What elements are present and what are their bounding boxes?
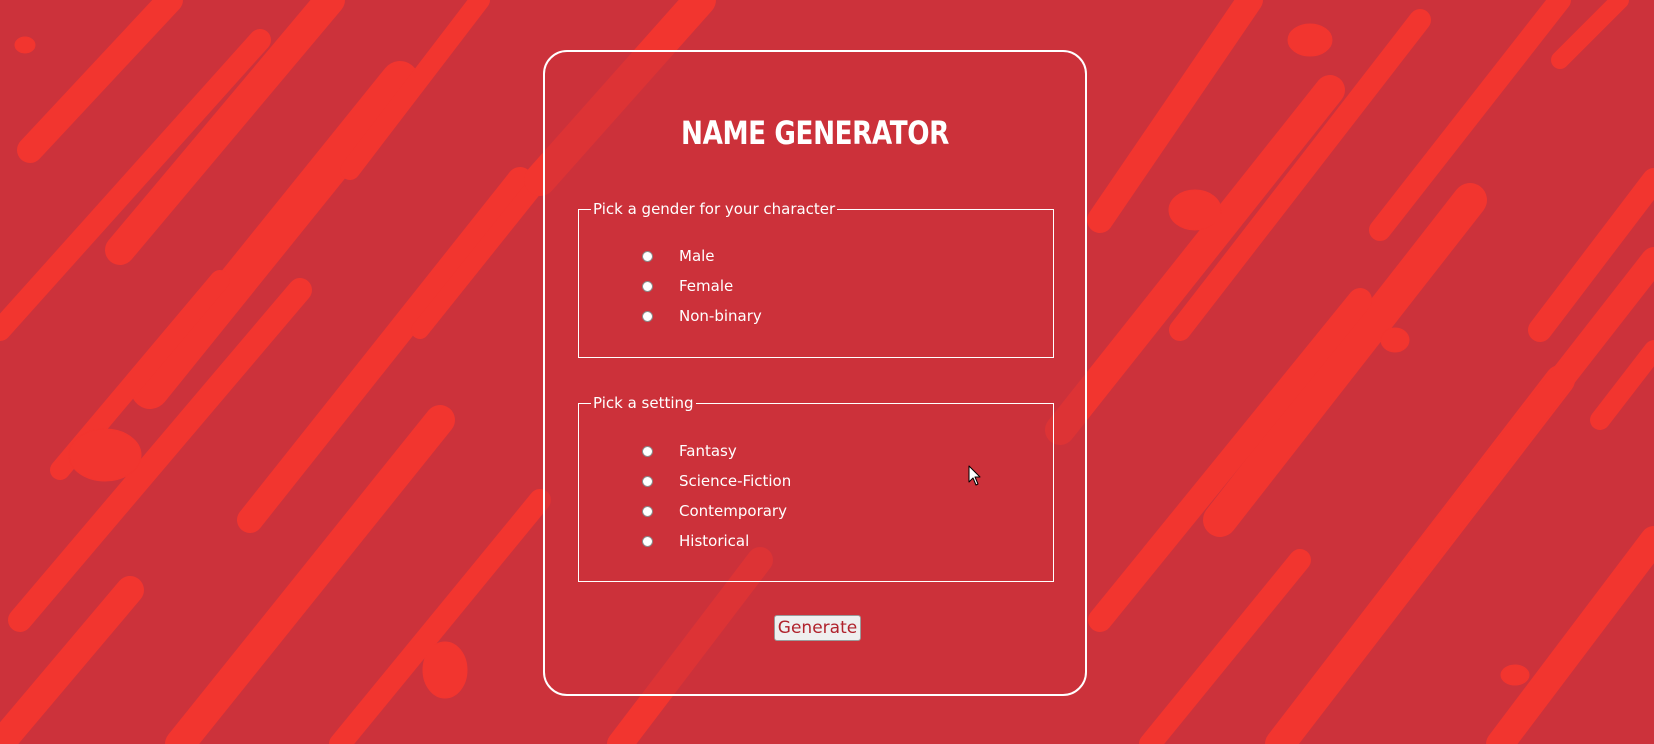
radio-contemporary[interactable] (642, 505, 653, 517)
radio-female[interactable] (642, 280, 653, 292)
setting-fieldset: Pick a setting Fantasy Science-Fiction C… (578, 394, 1054, 582)
setting-label-historical: Historical (679, 532, 750, 550)
setting-option-science-fiction[interactable]: Science-Fiction (642, 471, 791, 491)
gender-option-non-binary[interactable]: Non-binary (642, 306, 762, 326)
radio-historical[interactable] (642, 535, 653, 547)
setting-label-fantasy: Fantasy (679, 442, 737, 460)
gender-label-male: Male (679, 247, 715, 265)
setting-legend: Pick a setting (593, 394, 694, 412)
setting-option-contemporary[interactable]: Contemporary (642, 501, 787, 521)
gender-label-non-binary: Non-binary (679, 307, 762, 325)
setting-label-contemporary: Contemporary (679, 502, 787, 520)
mouse-cursor-icon (968, 465, 981, 486)
radio-male[interactable] (642, 250, 653, 262)
setting-option-historical[interactable]: Historical (642, 531, 749, 551)
gender-legend: Pick a gender for your character (593, 200, 836, 218)
radio-science-fiction[interactable] (642, 475, 653, 487)
radio-non-binary[interactable] (642, 310, 653, 322)
setting-option-fantasy[interactable]: Fantasy (642, 441, 737, 461)
setting-label-science-fiction: Science-Fiction (679, 472, 792, 490)
generate-button[interactable]: Generate (774, 615, 861, 641)
gender-fieldset: Pick a gender for your character Male Fe… (578, 200, 1054, 358)
radio-fantasy[interactable] (642, 445, 653, 457)
page-title: NAME GENERATOR (681, 114, 949, 152)
gender-option-female[interactable]: Female (642, 276, 733, 296)
name-generator-card: NAME GENERATOR Pick a gender for your ch… (543, 50, 1087, 696)
gender-label-female: Female (679, 277, 734, 295)
gender-option-male[interactable]: Male (642, 246, 715, 266)
